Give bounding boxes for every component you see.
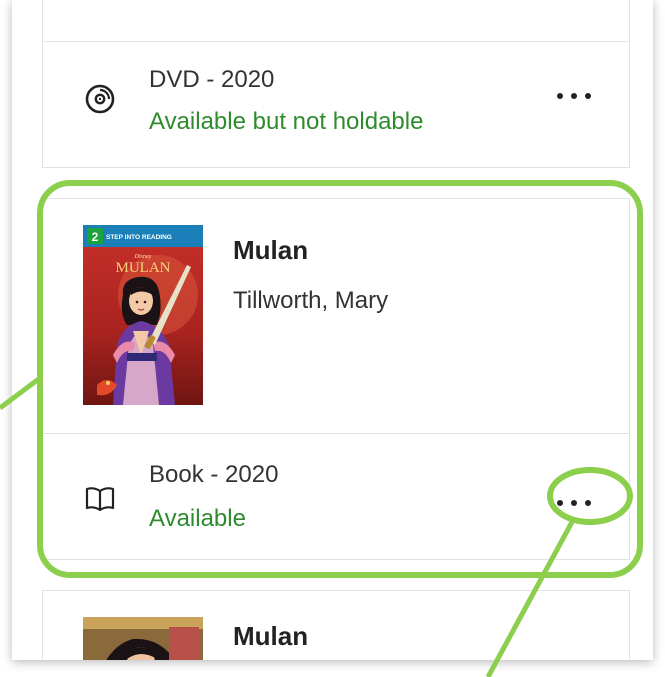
book-title[interactable]: Mulan	[233, 235, 308, 266]
more-options-icon[interactable]	[557, 493, 591, 513]
disc-icon	[85, 84, 115, 114]
book-format-label: Book - 2020	[149, 461, 279, 488]
results-panel: DVD - 2020 Available but not holdable 2 …	[12, 0, 653, 660]
book-cover-image[interactable]	[83, 617, 203, 660]
dvd-result-card: DVD - 2020 Available but not holdable	[42, 0, 630, 168]
book-cover-image[interactable]: 2 STEP INTO READING Disney MULAN	[83, 225, 203, 405]
book-icon	[85, 487, 115, 512]
cover-series-label: STEP INTO READING	[106, 234, 172, 241]
dvd-format-label: DVD - 2020	[149, 66, 275, 93]
screenshot-stage: DVD - 2020 Available but not holdable 2 …	[0, 0, 665, 677]
card-divider	[43, 433, 629, 434]
book-author[interactable]: Tillworth, Mary	[233, 287, 388, 315]
dvd-availability-status: Available but not holdable	[149, 108, 424, 135]
mulan-dvd-result-card: Mulan	[42, 590, 630, 660]
mulan-cover-art: 2 STEP INTO READING Disney MULAN	[83, 225, 203, 405]
card-divider	[43, 41, 629, 42]
mulan-book-result-card: 2 STEP INTO READING Disney MULAN Mulan T…	[42, 198, 630, 560]
dvd-format-row[interactable]: DVD - 2020 Available but not holdable	[43, 46, 629, 156]
more-options-icon[interactable]	[557, 86, 591, 106]
mulan-cover-art	[83, 617, 203, 660]
cover-title: MULAN	[116, 260, 171, 276]
cover-series-number: 2	[92, 230, 99, 244]
book-title[interactable]: Mulan	[233, 621, 308, 652]
book-availability-status: Available	[149, 505, 246, 532]
book-format-row[interactable]: Book - 2020 Available	[43, 443, 629, 553]
